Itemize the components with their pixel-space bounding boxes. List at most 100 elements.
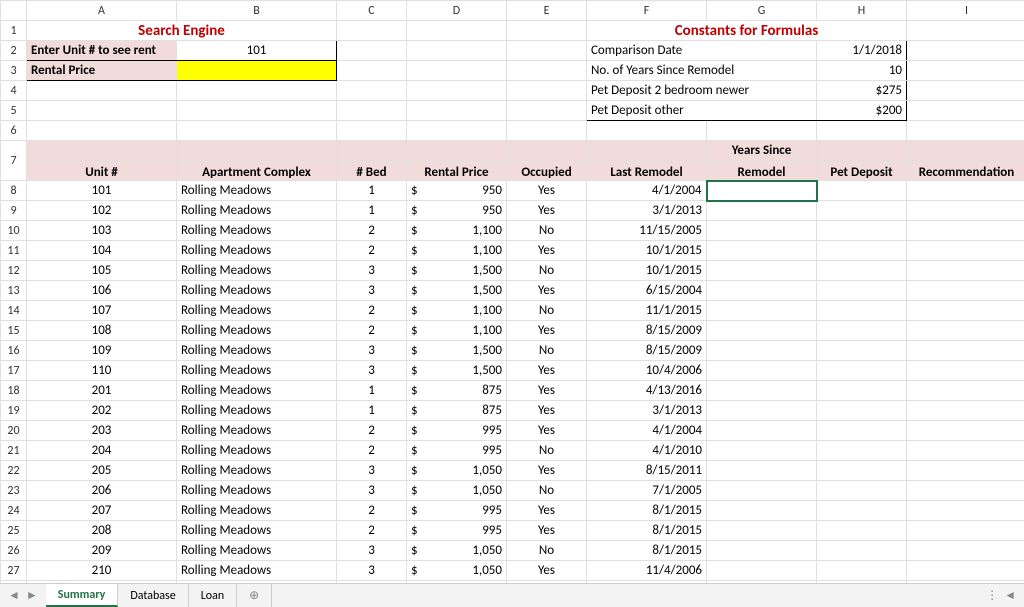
recommendation-cell[interactable] (907, 301, 1024, 321)
add-sheet-button[interactable]: ⊕ (237, 584, 272, 607)
row-9[interactable]: 9 (1, 201, 27, 221)
occupied-cell[interactable]: Yes (507, 501, 587, 521)
cell[interactable] (27, 121, 177, 141)
col-D[interactable]: D (407, 1, 507, 21)
years-since-cell[interactable] (707, 561, 817, 581)
cell[interactable] (907, 81, 1024, 101)
complex-cell[interactable]: Rolling Meadows (177, 501, 337, 521)
pet-deposit-cell[interactable] (817, 321, 907, 341)
row-26[interactable]: 26 (1, 541, 27, 561)
bed-cell[interactable]: 2 (337, 301, 407, 321)
last-remodel-cell[interactable]: 11/1/2015 (587, 301, 707, 321)
row-4[interactable]: 4 (1, 81, 27, 101)
bed-cell[interactable]: 1 (337, 201, 407, 221)
pet-deposit-cell[interactable] (817, 521, 907, 541)
last-remodel-cell[interactable]: 8/1/2015 (587, 521, 707, 541)
bed-cell[interactable]: 3 (337, 281, 407, 301)
years-since-cell[interactable] (707, 201, 817, 221)
cell[interactable] (337, 121, 407, 141)
bed-cell[interactable]: 2 (337, 521, 407, 541)
price-cell[interactable]: $1,500 (407, 261, 507, 281)
complex-cell[interactable]: Rolling Meadows (177, 441, 337, 461)
constant-value-3[interactable]: $200 (817, 101, 907, 121)
cell[interactable] (407, 21, 507, 41)
unit-cell[interactable]: 208 (27, 521, 177, 541)
cell[interactable] (507, 101, 587, 121)
recommendation-cell[interactable] (907, 481, 1024, 501)
years-since-cell[interactable] (707, 421, 817, 441)
recommendation-cell[interactable] (907, 361, 1024, 381)
years-since-cell[interactable] (707, 261, 817, 281)
spreadsheet-grid[interactable]: A B C D E F G H I J 1Search EngineConsta… (0, 0, 1024, 601)
col-G[interactable]: G (707, 1, 817, 21)
unit-cell[interactable]: 108 (27, 321, 177, 341)
cell[interactable] (177, 81, 337, 101)
enter-unit-value[interactable]: 101 (177, 41, 337, 61)
pet-deposit-cell[interactable] (817, 501, 907, 521)
col-I[interactable]: I (907, 1, 1024, 21)
price-cell[interactable]: $1,100 (407, 241, 507, 261)
occupied-cell[interactable]: No (507, 541, 587, 561)
col-F[interactable]: F (587, 1, 707, 21)
bed-cell[interactable]: 3 (337, 341, 407, 361)
bed-cell[interactable]: 3 (337, 561, 407, 581)
recommendation-cell[interactable] (907, 281, 1024, 301)
complex-cell[interactable]: Rolling Meadows (177, 301, 337, 321)
column-header-row[interactable]: A B C D E F G H I J (1, 1, 1024, 21)
row-2[interactable]: 2 (1, 41, 27, 61)
recommendation-cell[interactable] (907, 221, 1024, 241)
last-remodel-cell[interactable]: 8/15/2011 (587, 461, 707, 481)
pet-deposit-cell[interactable] (817, 461, 907, 481)
recommendation-cell[interactable] (907, 381, 1024, 401)
tab-nav-next-icon[interactable]: ► (26, 588, 38, 603)
unit-cell[interactable]: 106 (27, 281, 177, 301)
bed-cell[interactable]: 3 (337, 541, 407, 561)
pet-deposit-cell[interactable] (817, 341, 907, 361)
unit-cell[interactable]: 206 (27, 481, 177, 501)
col-A[interactable]: A (27, 1, 177, 21)
rental-price-value[interactable] (177, 61, 337, 81)
last-remodel-cell[interactable]: 8/1/2015 (587, 501, 707, 521)
bed-cell[interactable]: 2 (337, 241, 407, 261)
tab-nav-arrows[interactable]: ◄ ► (0, 584, 46, 607)
recommendation-cell[interactable] (907, 181, 1024, 201)
price-cell[interactable]: $1,100 (407, 301, 507, 321)
complex-cell[interactable]: Rolling Meadows (177, 221, 337, 241)
complex-cell[interactable]: Rolling Meadows (177, 461, 337, 481)
price-cell[interactable]: $1,050 (407, 561, 507, 581)
row-15[interactable]: 15 (1, 321, 27, 341)
col-C[interactable]: C (337, 1, 407, 21)
bed-cell[interactable]: 1 (337, 401, 407, 421)
last-remodel-cell[interactable]: 7/1/2005 (587, 481, 707, 501)
unit-cell[interactable]: 103 (27, 221, 177, 241)
bed-cell[interactable]: 3 (337, 361, 407, 381)
cell[interactable] (507, 41, 587, 61)
selected-cell-g8[interactable] (707, 181, 817, 201)
complex-cell[interactable]: Rolling Meadows (177, 421, 337, 441)
unit-cell[interactable]: 201 (27, 381, 177, 401)
years-since-cell[interactable] (707, 221, 817, 241)
price-cell[interactable]: $950 (407, 201, 507, 221)
years-since-cell[interactable] (707, 281, 817, 301)
cell[interactable] (27, 101, 177, 121)
occupied-cell[interactable]: Yes (507, 321, 587, 341)
cell[interactable] (407, 41, 507, 61)
years-since-cell[interactable] (707, 341, 817, 361)
complex-cell[interactable]: Rolling Meadows (177, 241, 337, 261)
last-remodel-cell[interactable]: 11/15/2005 (587, 221, 707, 241)
complex-cell[interactable]: Rolling Meadows (177, 561, 337, 581)
last-remodel-cell[interactable]: 4/1/2004 (587, 421, 707, 441)
last-remodel-cell[interactable]: 10/1/2015 (587, 241, 707, 261)
occupied-cell[interactable]: Yes (507, 241, 587, 261)
row-22[interactable]: 22 (1, 461, 27, 481)
last-remodel-cell[interactable]: 4/13/2016 (587, 381, 707, 401)
pet-deposit-cell[interactable] (817, 541, 907, 561)
price-cell[interactable]: $995 (407, 441, 507, 461)
constant-value-2[interactable]: $275 (817, 81, 907, 101)
constant-value-0[interactable]: 1/1/2018 (817, 41, 907, 61)
bed-cell[interactable]: 2 (337, 501, 407, 521)
occupied-cell[interactable]: Yes (507, 561, 587, 581)
years-since-cell[interactable] (707, 481, 817, 501)
bed-cell[interactable]: 2 (337, 321, 407, 341)
cell[interactable] (407, 61, 507, 81)
